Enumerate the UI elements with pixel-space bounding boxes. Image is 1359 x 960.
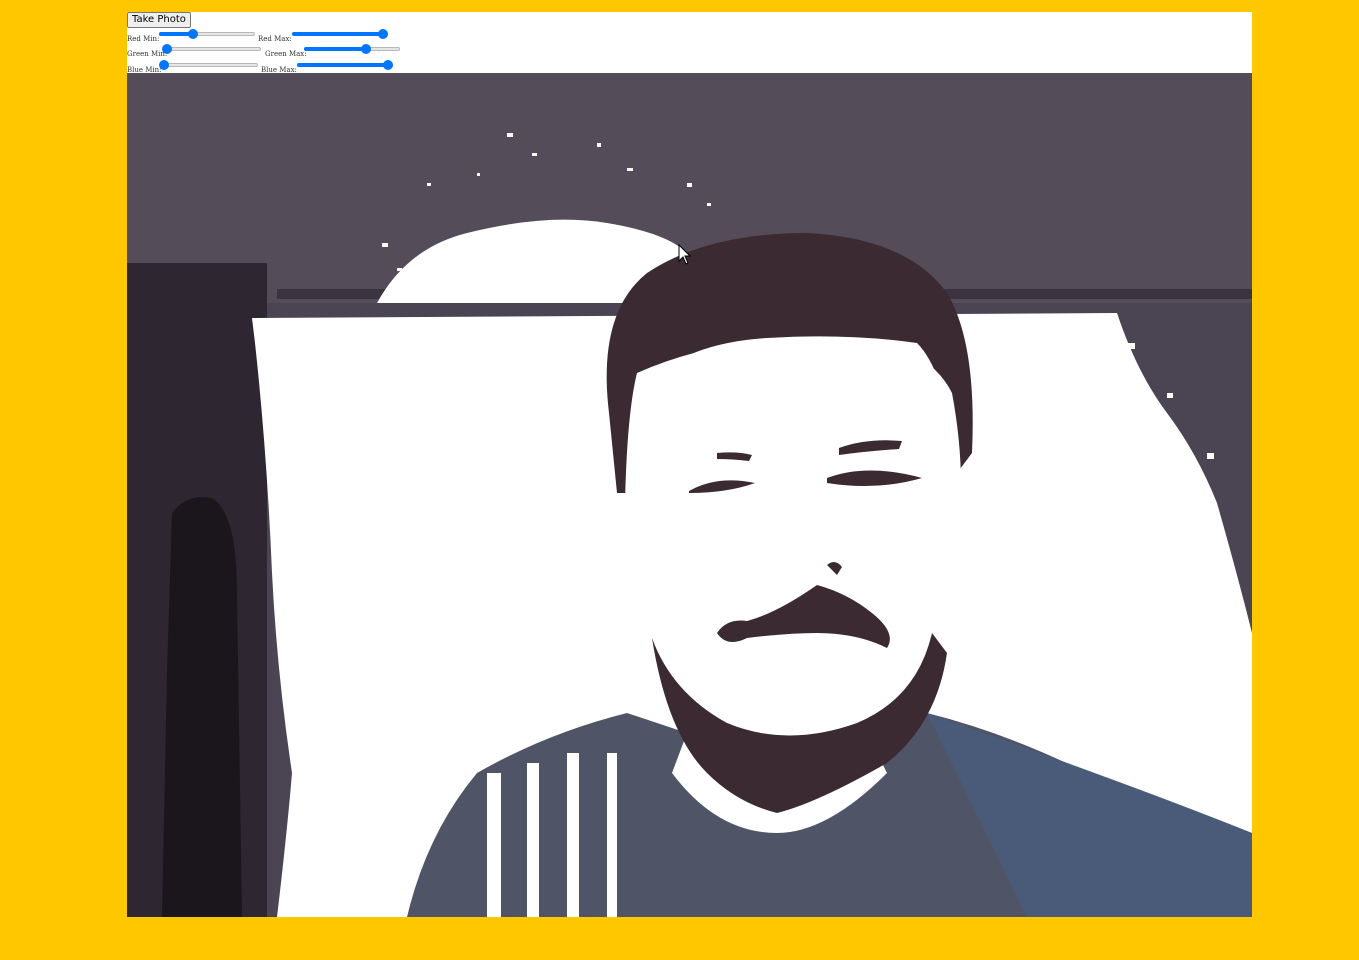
- blue-max-slider[interactable]: [297, 60, 394, 70]
- slider-thumb[interactable]: [378, 29, 389, 39]
- slider-thumb[interactable]: [361, 44, 372, 54]
- controls-panel: Take Photo Red Min: Red Max: Green Min: …: [127, 12, 1252, 74]
- slider-thumb[interactable]: [161, 44, 172, 54]
- green-max-label: Green Max:: [265, 50, 307, 58]
- slider-track: [162, 63, 258, 67]
- webcam-canvas: [127, 73, 1252, 917]
- color-threshold-image: [127, 73, 1252, 917]
- take-photo-button[interactable]: Take Photo: [127, 12, 191, 28]
- red-max-slider[interactable]: [292, 29, 389, 39]
- red-min-slider[interactable]: [159, 29, 255, 39]
- red-max-label: Red Max:: [258, 35, 292, 43]
- slider-thumb[interactable]: [158, 60, 169, 70]
- slider-fill: [304, 47, 367, 51]
- green-min-slider[interactable]: [161, 44, 261, 54]
- green-max-slider[interactable]: [304, 44, 400, 54]
- slider-thumb[interactable]: [187, 29, 198, 39]
- slider-thumb[interactable]: [383, 60, 394, 70]
- hanging-coat: [162, 497, 242, 917]
- slider-fill: [297, 63, 389, 67]
- app-container: Take Photo Red Min: Red Max: Green Min: …: [127, 12, 1252, 917]
- red-min-label: Red Min:: [127, 35, 160, 43]
- slider-fill: [292, 32, 384, 36]
- green-min-label: Green Min:: [127, 50, 168, 58]
- slider-track: [165, 47, 261, 51]
- blue-min-slider[interactable]: [158, 60, 258, 70]
